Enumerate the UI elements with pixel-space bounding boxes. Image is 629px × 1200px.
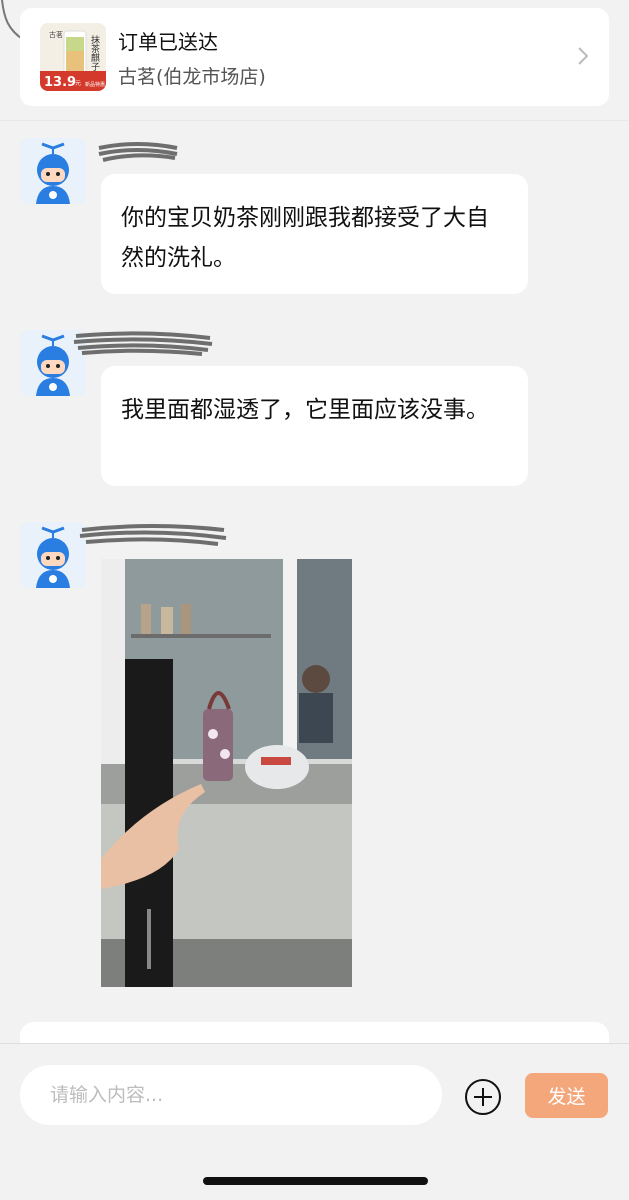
courier-avatar-icon xyxy=(20,138,86,204)
divider xyxy=(0,120,629,121)
home-indicator xyxy=(203,1177,428,1185)
thumb-brand: 古茗 xyxy=(49,30,63,39)
message-bubble[interactable]: 你的宝贝奶茶刚刚跟我都接受了大自然的洗礼。 xyxy=(101,174,528,294)
message-text: 我里面都湿透了，它里面应该没事。 xyxy=(121,397,489,423)
avatar[interactable] xyxy=(20,522,86,588)
composer-bar: 发送 xyxy=(0,1043,629,1200)
message-input[interactable] xyxy=(20,1065,442,1125)
courier-avatar-icon xyxy=(20,522,86,588)
order-title: 订单已送达 xyxy=(118,30,218,54)
thumb-price: 13.9 xyxy=(44,75,76,90)
message-bubble[interactable]: 我里面都湿透了，它里面应该没事。 xyxy=(101,366,528,486)
redacted-name xyxy=(98,142,178,162)
thumb-price-unit: 元 xyxy=(75,80,81,87)
redacted-name xyxy=(79,524,227,546)
message-photo[interactable] xyxy=(101,559,352,987)
redacted-name xyxy=(73,331,213,356)
avatar[interactable] xyxy=(20,138,86,204)
message-text: 你的宝贝奶茶刚刚跟我都接受了大自然的洗礼。 xyxy=(121,205,489,271)
plus-icon[interactable] xyxy=(464,1078,502,1116)
send-button[interactable]: 发送 xyxy=(525,1073,608,1118)
thumb-badge: 新品特惠 xyxy=(85,81,105,88)
delivery-photo-image xyxy=(101,559,352,987)
shop-name: 古茗(伯龙市场店) xyxy=(118,66,266,88)
chevron-right-icon xyxy=(578,47,589,65)
product-thumbnail: 古茗 抹茶麒子冻 13.9 元 新品特惠 xyxy=(40,23,106,91)
order-status-card[interactable]: 古茗 抹茶麒子冻 13.9 元 新品特惠 订单已送达 古茗(伯龙市场店) xyxy=(20,8,609,106)
